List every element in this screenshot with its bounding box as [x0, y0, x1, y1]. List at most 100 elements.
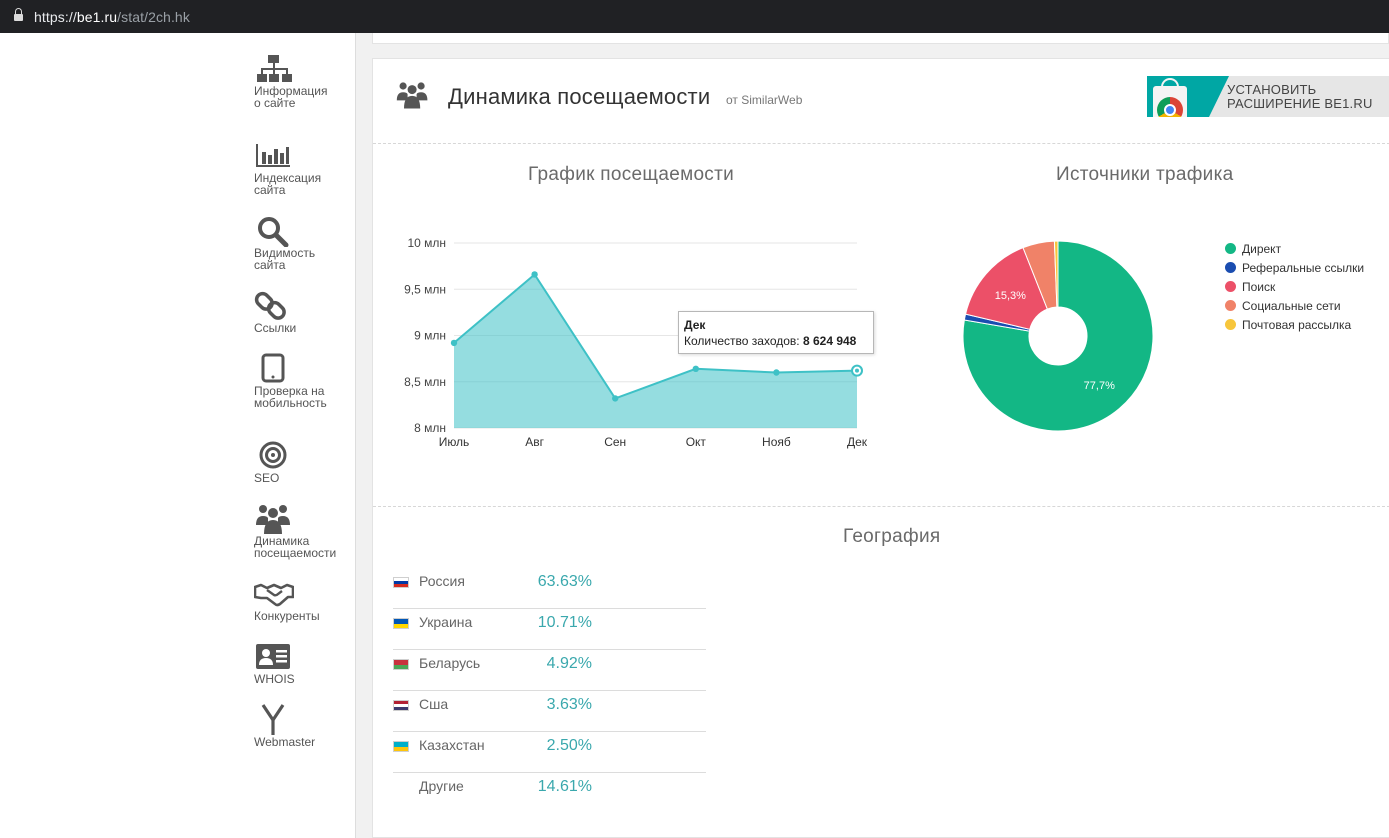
sources-legend: Директ Реферальные ссылки Поиск Социальные … — [1225, 239, 1364, 334]
country-share: 2.50% — [546, 737, 592, 754]
legend-label: Директ — [1242, 241, 1282, 256]
tooltip-title: Дек — [684, 318, 706, 332]
x-tick-label: Нояб — [762, 435, 791, 449]
country-flag-icon — [393, 700, 409, 711]
geography-row: Россия 63.63% — [393, 568, 706, 609]
data-point — [773, 369, 780, 376]
sidebar-item-traffic-dynamics[interactable]: Динамика посещаемости — [254, 503, 354, 559]
traffic-chart-title: График посещаемости — [528, 164, 735, 185]
users-icon — [396, 82, 428, 109]
sidebar-item-label: Динамика посещаемости — [254, 534, 337, 560]
sidebar-item-visibility[interactable]: Видимость сайта — [254, 215, 354, 271]
geography-row: Другие 14.61% — [393, 773, 706, 814]
geography-row: Казахстан 2.50% — [393, 732, 706, 773]
link-icon — [254, 291, 286, 320]
slice-label: 15,3% — [995, 290, 1026, 302]
data-point — [612, 395, 619, 402]
legend-label: Реферальные ссылки — [1242, 260, 1365, 275]
sidebar-item-label: Конкуренты — [254, 609, 320, 623]
country-flag-icon — [393, 741, 409, 752]
sidebar-item-webmaster[interactable]: Webmaster — [254, 704, 354, 748]
country-name: Украина — [419, 614, 473, 630]
lock-icon — [14, 8, 23, 23]
tooltip-label: Количество заходов: — [684, 334, 800, 348]
sidebar-item-competitors[interactable]: Конкуренты — [254, 578, 354, 622]
legend-item[interactable]: Почтовая рассылка — [1225, 315, 1364, 334]
country-name: Казахстан — [419, 737, 485, 753]
country-share: 63.63% — [537, 573, 592, 590]
geography-title: География — [843, 526, 941, 547]
country-share: 3.63% — [546, 696, 592, 713]
tablet-icon — [261, 353, 285, 383]
country-name: Другие — [419, 778, 464, 794]
y-tick-label: 8,5 млн — [404, 375, 446, 389]
country-share: 4.92% — [546, 655, 592, 672]
chart-tooltip: Дек Количество заходов: 8 624 948 — [678, 311, 874, 354]
x-tick-label: Июль — [439, 435, 470, 449]
country-share: 14.61% — [537, 778, 592, 795]
x-tick-label: Сен — [604, 435, 626, 449]
legend-marker — [1225, 262, 1236, 273]
extension-line-2: РАСШИРЕНИЕ BE1.RU — [1227, 96, 1373, 111]
traffic-sources-donut-chart[interactable]: 77,7% 15,3% — [958, 237, 1158, 437]
sidebar-item-label: Индексация сайта — [254, 171, 322, 197]
x-tick-label: Дек — [847, 435, 868, 449]
country-share: 10.71% — [537, 614, 592, 631]
yandex-icon — [261, 704, 285, 735]
sidebar-item-label: WHOIS — [254, 672, 295, 686]
y-tick-label: 9,5 млн — [404, 282, 446, 296]
sidebar-item-indexing[interactable]: Индексация сайта — [254, 140, 354, 196]
sidebar-item-whois[interactable]: WHOIS — [254, 641, 354, 685]
country-flag-icon — [393, 618, 409, 629]
sidebar-item-site-info[interactable]: Информация о сайте — [254, 53, 354, 109]
legend-item[interactable]: Директ — [1225, 239, 1364, 258]
previous-card-bottom — [372, 33, 1389, 44]
geography-row: Сша 3.63% — [393, 691, 706, 732]
sidebar-item-label: Проверка на мобильность — [254, 384, 327, 410]
sidebar-item-label: Webmaster — [254, 735, 316, 749]
sidebar-item-label: Ссылки — [254, 321, 297, 335]
country-flag-icon — [393, 577, 409, 588]
sidebar-item-mobile-check[interactable]: Проверка на мобильность — [254, 353, 354, 409]
y-tick-label: 9 млн — [414, 329, 446, 343]
legend-marker — [1225, 281, 1236, 292]
users-icon — [256, 505, 290, 534]
geography-row: Беларусь 4.92% — [393, 650, 706, 691]
legend-marker — [1225, 300, 1236, 311]
y-tick-label: 8 млн — [414, 421, 446, 435]
legend-item[interactable]: Реферальные ссылки — [1225, 258, 1364, 277]
country-name: Сша — [419, 696, 449, 712]
x-tick-label: Окт — [686, 435, 707, 449]
id-card-icon — [256, 644, 290, 669]
data-point-center — [855, 368, 859, 373]
browser-address-bar[interactable]: https://be1.ru/stat/2ch.hk — [0, 0, 1389, 33]
y-tick-label: 10 млн — [407, 236, 446, 250]
sources-chart-title: Источники трафика — [1056, 164, 1234, 185]
legend-label: Почтовая рассылка — [1242, 317, 1352, 332]
legend-label: Социальные сети — [1242, 298, 1341, 313]
install-extension-button[interactable]: УСТАНОВИТЬ РАСШИРЕНИЕ BE1.RU — [1147, 76, 1389, 117]
bar-chart-icon — [256, 144, 290, 167]
traffic-dynamics-card: Динамика посещаемости от SimilarWeb УСТА… — [372, 58, 1389, 838]
sidebar-item-label: Видимость сайта — [254, 246, 316, 272]
card-title: Динамика посещаемости — [448, 84, 711, 109]
url-text[interactable]: https://be1.ru/stat/2ch.hk — [34, 9, 190, 25]
geography-row: Украина 10.71% — [393, 609, 706, 650]
x-tick-label: Авг — [525, 435, 544, 449]
data-point — [692, 365, 699, 372]
legend-label: Поиск — [1242, 279, 1276, 294]
sidebar-item-label: SEO — [254, 471, 280, 485]
country-name: Беларусь — [419, 655, 481, 671]
search-icon — [258, 217, 289, 247]
legend-item[interactable]: Социальные сети — [1225, 296, 1364, 315]
legend-item[interactable]: Поиск — [1225, 277, 1364, 296]
card-source: от SimilarWeb — [726, 93, 803, 107]
sitemap-icon — [257, 55, 292, 82]
target-icon — [259, 441, 287, 469]
sidebar-item-label: Информация о сайте — [254, 84, 328, 110]
sidebar-item-seo[interactable]: SEO — [254, 440, 354, 484]
extension-line-1: УСТАНОВИТЬ — [1227, 82, 1317, 97]
sidebar-item-links[interactable]: Ссылки — [254, 290, 354, 334]
section-divider — [373, 506, 1389, 507]
data-point — [531, 271, 538, 278]
